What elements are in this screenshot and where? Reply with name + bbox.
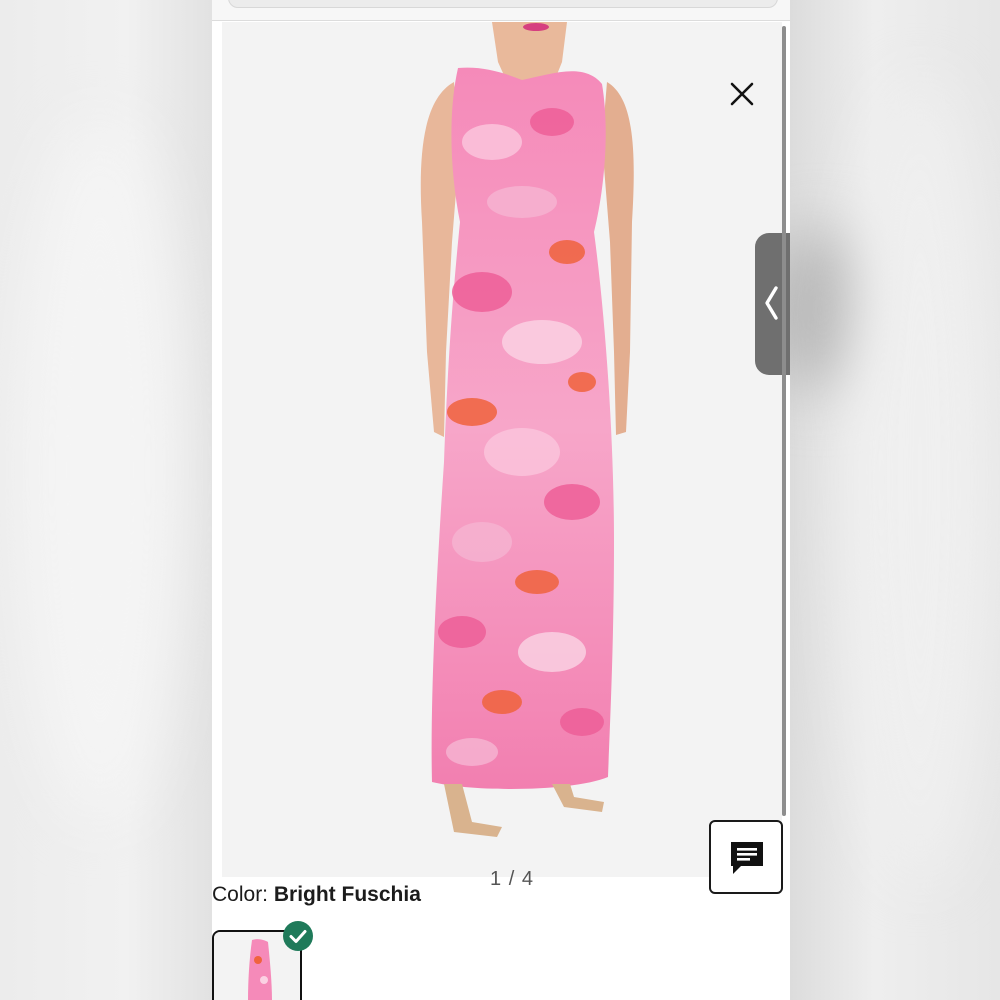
color-value: Bright Fuschia [273,883,421,906]
blurred-background-left [0,0,212,1000]
search-bar[interactable] [228,0,778,8]
blurred-background-right [760,0,1000,1000]
top-bar [212,0,790,21]
selected-badge [283,921,313,951]
checkmark-icon [289,930,307,943]
product-image-viewer[interactable]: 1 / 4 [222,22,783,894]
image-counter: 1 / 4 [490,868,534,890]
scrollbar[interactable] [782,26,786,816]
phone-screen: 1 / 4 Color: Bright Fuschia [212,0,790,1000]
close-button[interactable] [724,76,760,112]
product-image [420,22,634,837]
chat-icon [731,842,763,874]
chat-button[interactable] [709,820,783,894]
chevron-left-icon [765,286,778,320]
color-selection-label: Color: Bright Fuschia [212,883,421,907]
color-label: Color: [212,883,274,906]
close-icon [730,82,754,106]
